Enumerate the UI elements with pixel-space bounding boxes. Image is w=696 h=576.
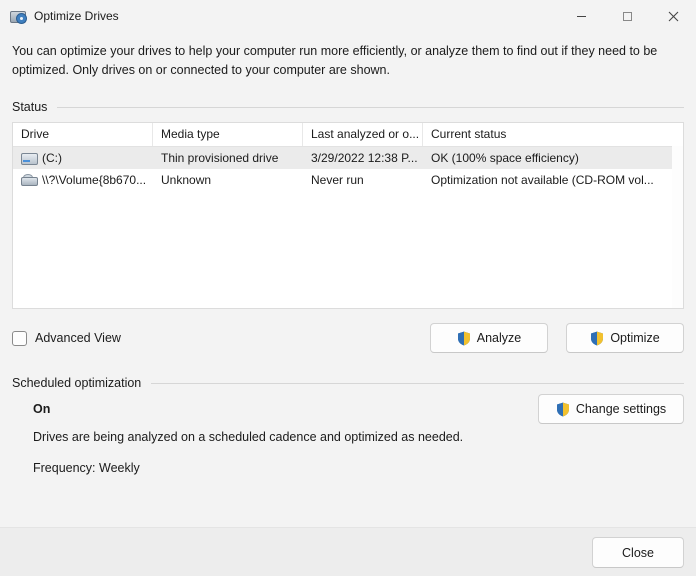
analyze-button[interactable]: Analyze xyxy=(430,323,548,353)
advanced-view-row: Advanced View Analyze xyxy=(12,322,684,354)
cd-rom-icon xyxy=(21,173,37,187)
column-header-drive[interactable]: Drive xyxy=(13,123,153,146)
drive-list-scrollbar[interactable] xyxy=(672,146,683,308)
optimize-button-label: Optimize xyxy=(610,331,659,345)
current-status-cell: Optimization not available (CD-ROM vol..… xyxy=(423,173,683,187)
drive-label: (C:) xyxy=(42,151,62,165)
scheduled-section-rule xyxy=(151,383,684,384)
column-header-current-status[interactable]: Current status xyxy=(423,123,683,146)
shield-icon xyxy=(556,402,570,417)
hard-disk-icon xyxy=(21,151,37,165)
status-section-header: Status xyxy=(12,100,684,114)
scheduled-section-label: Scheduled optimization xyxy=(12,376,141,390)
drive-list-header: Drive Media type Last analyzed or o... C… xyxy=(13,123,683,147)
media-type-cell: Unknown xyxy=(153,173,303,187)
title-bar: Optimize Drives xyxy=(0,0,696,32)
shield-icon xyxy=(590,331,604,346)
current-status-cell: OK (100% space efficiency) xyxy=(423,151,683,165)
column-header-last-analyzed[interactable]: Last analyzed or o... xyxy=(303,123,423,146)
shield-icon xyxy=(457,331,471,346)
maximize-button[interactable] xyxy=(604,0,650,32)
schedule-description: Drives are being analyzed on a scheduled… xyxy=(33,430,684,444)
minimize-button[interactable] xyxy=(558,0,604,32)
close-dialog-button[interactable]: Close xyxy=(592,537,684,568)
window-content: You can optimize your drives to help you… xyxy=(0,32,696,576)
column-header-media-type[interactable]: Media type xyxy=(153,123,303,146)
close-dialog-label: Close xyxy=(622,546,654,560)
drive-label: \\?\Volume{8b670... xyxy=(42,173,146,187)
analyze-button-label: Analyze xyxy=(477,331,521,345)
intro-text: You can optimize your drives to help you… xyxy=(12,42,662,80)
advanced-view-label: Advanced View xyxy=(35,331,121,345)
window-title: Optimize Drives xyxy=(34,9,558,23)
change-settings-button[interactable]: Change settings xyxy=(538,394,684,424)
drive-cell: \\?\Volume{8b670... xyxy=(13,173,153,187)
close-button[interactable] xyxy=(650,0,696,32)
status-section-label: Status xyxy=(12,100,47,114)
caption-buttons xyxy=(558,0,696,32)
drive-list[interactable]: Drive Media type Last analyzed or o... C… xyxy=(12,122,684,309)
scheduled-section-header: Scheduled optimization xyxy=(12,376,684,390)
optimize-button[interactable]: Optimize xyxy=(566,323,684,353)
optimize-drives-icon xyxy=(10,8,26,24)
scheduled-optimization-section: Scheduled optimization On Drives are bei… xyxy=(12,376,684,475)
drive-cell: (C:) xyxy=(13,151,153,165)
table-row[interactable]: \\?\Volume{8b670... Unknown Never run Op… xyxy=(13,169,683,191)
last-analyzed-cell: Never run xyxy=(303,173,423,187)
advanced-view-checkbox[interactable]: Advanced View xyxy=(12,331,430,346)
optimize-drives-window: Optimize Drives You can optimize your dr… xyxy=(0,0,696,576)
last-analyzed-cell: 3/29/2022 12:38 P... xyxy=(303,151,423,165)
footer-bar: Close xyxy=(0,527,696,576)
scheduled-body: On Drives are being analyzed on a schedu… xyxy=(12,402,684,475)
table-row[interactable]: (C:) Thin provisioned drive 3/29/2022 12… xyxy=(13,147,683,169)
schedule-frequency: Frequency: Weekly xyxy=(33,461,684,475)
media-type-cell: Thin provisioned drive xyxy=(153,151,303,165)
checkbox-box[interactable] xyxy=(12,331,27,346)
status-section-rule xyxy=(57,107,684,108)
change-settings-label: Change settings xyxy=(576,402,666,416)
